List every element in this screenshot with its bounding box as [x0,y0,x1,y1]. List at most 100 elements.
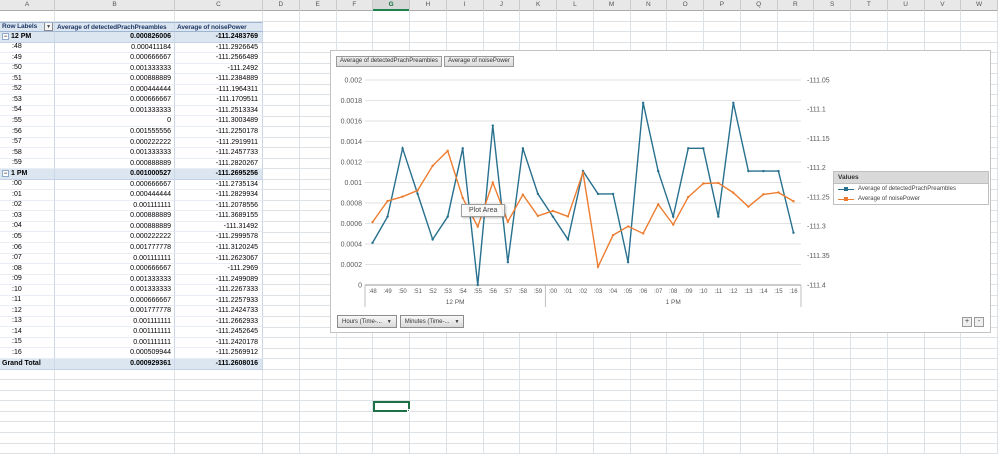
collapse-button-icon[interactable]: − [2,33,9,41]
pivot-row-label-cell[interactable]: :58 [0,148,55,159]
pivot-row-label-cell[interactable]: −12 PM [0,32,55,43]
pivot-cell-noise-power[interactable]: -111.2820267 [175,158,263,170]
pivot-cell-noise-power[interactable]: -111.2384889 [175,74,263,85]
pivot-cell-noise-power[interactable]: -111.2250178 [175,126,263,138]
pivot-cell-detected-prach[interactable]: 0 [55,116,175,127]
chart-field-button[interactable]: Average of noisePower [443,56,514,67]
pivot-cell-detected-prach[interactable]: 0.000509944 [55,348,175,359]
pivot-row-label-cell[interactable]: :02 [0,200,55,212]
pivot-row-label-cell[interactable]: :56 [0,126,55,138]
pivot-row-label-cell[interactable]: :07 [0,253,55,265]
pivot-cell-noise-power[interactable]: -111.2926645 [175,42,263,54]
pivot-cell-noise-power[interactable]: -111.2513334 [175,105,263,117]
pivot-cell-detected-prach[interactable]: 0.000666667 [55,295,175,307]
pivot-cell-noise-power[interactable]: -111.3120245 [175,242,263,254]
pivot-row-label-cell[interactable]: :54 [0,105,55,117]
collapse-button[interactable]: - [974,317,984,327]
column-header-E[interactable]: E [300,0,337,11]
column-header-I[interactable]: I [447,0,484,11]
pivot-cell-noise-power[interactable]: -111.31492 [175,221,263,233]
pivot-cell-detected-prach[interactable]: 0.001777778 [55,242,175,254]
pivot-cell-detected-prach[interactable]: 0.001333333 [55,274,175,286]
pivot-row-label-cell[interactable]: −1 PM [0,169,55,180]
column-header-W[interactable]: W [961,0,998,11]
column-header-F[interactable]: F [337,0,374,11]
column-header-O[interactable]: O [667,0,704,11]
pivot-cell-noise-power[interactable]: -111.2919911 [175,137,263,149]
pivot-cell-noise-power[interactable]: -111.3689155 [175,211,263,222]
expand-button[interactable]: + [962,317,972,327]
pivot-header-col2[interactable]: Average of noisePower [175,21,263,33]
pivot-row-label-cell[interactable]: :08 [0,264,55,275]
pivot-row-label-cell[interactable]: :16 [0,348,55,359]
pivot-row-label-cell[interactable]: :03 [0,211,55,222]
pivot-cell-detected-prach[interactable]: 0.001000527 [55,169,175,180]
pivot-cell-detected-prach[interactable]: 0.000888889 [55,74,175,85]
pivot-cell-detected-prach[interactable]: 0.000222222 [55,232,175,243]
column-header-P[interactable]: P [704,0,741,11]
pivot-row-label-cell[interactable]: Grand Total [0,359,55,370]
pivot-cell-detected-prach[interactable]: 0.001777778 [55,306,175,317]
pivot-cell-noise-power[interactable]: -111.2566489 [175,53,263,64]
pivot-cell-noise-power[interactable]: -111.2735134 [175,179,263,191]
pivot-cell-detected-prach[interactable]: 0.000411184 [55,42,175,54]
column-header-R[interactable]: R [778,0,815,11]
pivot-header-col1[interactable]: Average of detectedPrachPreambles [55,21,175,33]
pivot-cell-noise-power[interactable]: -111.2078556 [175,200,263,212]
pivot-cell-noise-power[interactable]: -111.1709511 [175,95,263,106]
column-header-H[interactable]: H [410,0,447,11]
pivot-row-label-cell[interactable]: :10 [0,285,55,296]
pivot-cell-noise-power[interactable]: -111.2492 [175,63,263,75]
pivot-cell-detected-prach[interactable]: 0.000888889 [55,221,175,233]
pivot-cell-noise-power[interactable]: -111.2420178 [175,337,263,349]
pivot-row-label-cell[interactable]: :00 [0,179,55,191]
column-header-L[interactable]: L [557,0,594,11]
series-line-average-of-detectedprachpreambles[interactable] [371,102,795,286]
collapse-button-icon[interactable]: − [2,170,9,178]
pivot-cell-detected-prach[interactable]: 0.001333333 [55,63,175,75]
column-header-V[interactable]: V [925,0,962,11]
pivot-cell-noise-power[interactable]: -111.2969 [175,264,263,275]
pivot-cell-detected-prach[interactable]: 0.001111111 [55,316,175,328]
pivot-cell-noise-power[interactable]: -111.2257933 [175,295,263,307]
pivot-cell-noise-power[interactable]: -111.2483769 [175,32,263,43]
pivot-row-label-cell[interactable]: :12 [0,306,55,317]
pivot-cell-detected-prach[interactable]: 0.000888889 [55,211,175,222]
pivot-cell-detected-prach[interactable]: 0.000666667 [55,53,175,64]
pivot-cell-noise-power[interactable]: -111.2695256 [175,169,263,180]
column-header-T[interactable]: T [851,0,888,11]
legend-entry[interactable]: Average of noisePower [834,194,988,204]
pivot-cell-detected-prach[interactable]: 0.000444444 [55,84,175,96]
axis-field-filter-button[interactable]: Hours (Time-... ▼ [337,315,397,328]
pivot-cell-detected-prach[interactable]: 0.001111111 [55,337,175,349]
pivot-row-label-cell[interactable]: :04 [0,221,55,233]
pivot-row-label-cell[interactable]: :57 [0,137,55,149]
pivot-cell-detected-prach[interactable]: 0.000826006 [55,32,175,43]
pivot-cell-detected-prach[interactable]: 0.001111111 [55,253,175,265]
pivot-cell-noise-power[interactable]: -111.2424733 [175,306,263,317]
pivot-row-label-cell[interactable]: :53 [0,95,55,106]
pivot-cell-detected-prach[interactable]: 0.001333333 [55,148,175,159]
column-header-J[interactable]: J [484,0,521,11]
pivot-cell-noise-power[interactable]: -111.1964311 [175,84,263,96]
pivot-cell-noise-power[interactable]: -111.2829934 [175,190,263,201]
pivot-cell-noise-power[interactable]: -111.2623067 [175,253,263,265]
pivot-row-label-cell[interactable]: :49 [0,53,55,64]
axis-field-filter-button[interactable]: Minutes (Time-... ▼ [399,315,465,328]
column-header-K[interactable]: K [520,0,557,11]
column-header-A[interactable]: A [0,0,55,11]
pivot-row-label-cell[interactable]: :09 [0,274,55,286]
pivot-cell-noise-power[interactable]: -111.2267333 [175,285,263,296]
pivot-cell-noise-power[interactable]: -111.2999578 [175,232,263,243]
pivot-cell-noise-power[interactable]: -111.2569912 [175,348,263,359]
pivot-cell-detected-prach[interactable]: 0.000929361 [55,359,175,370]
pivot-row-label-cell[interactable]: :11 [0,295,55,307]
pivot-cell-detected-prach[interactable]: 0.000888889 [55,158,175,170]
column-header-N[interactable]: N [631,0,668,11]
pivot-cell-detected-prach[interactable]: 0.000222222 [55,137,175,149]
legend-entry[interactable]: Average of detectedPrachPreambles [834,184,988,194]
pivot-cell-noise-power[interactable]: -111.2452645 [175,327,263,338]
pivot-cell-noise-power[interactable]: -111.2499089 [175,274,263,286]
pivot-cell-noise-power[interactable]: -111.2662933 [175,316,263,328]
series-line-average-of-noisepower[interactable] [371,149,794,270]
